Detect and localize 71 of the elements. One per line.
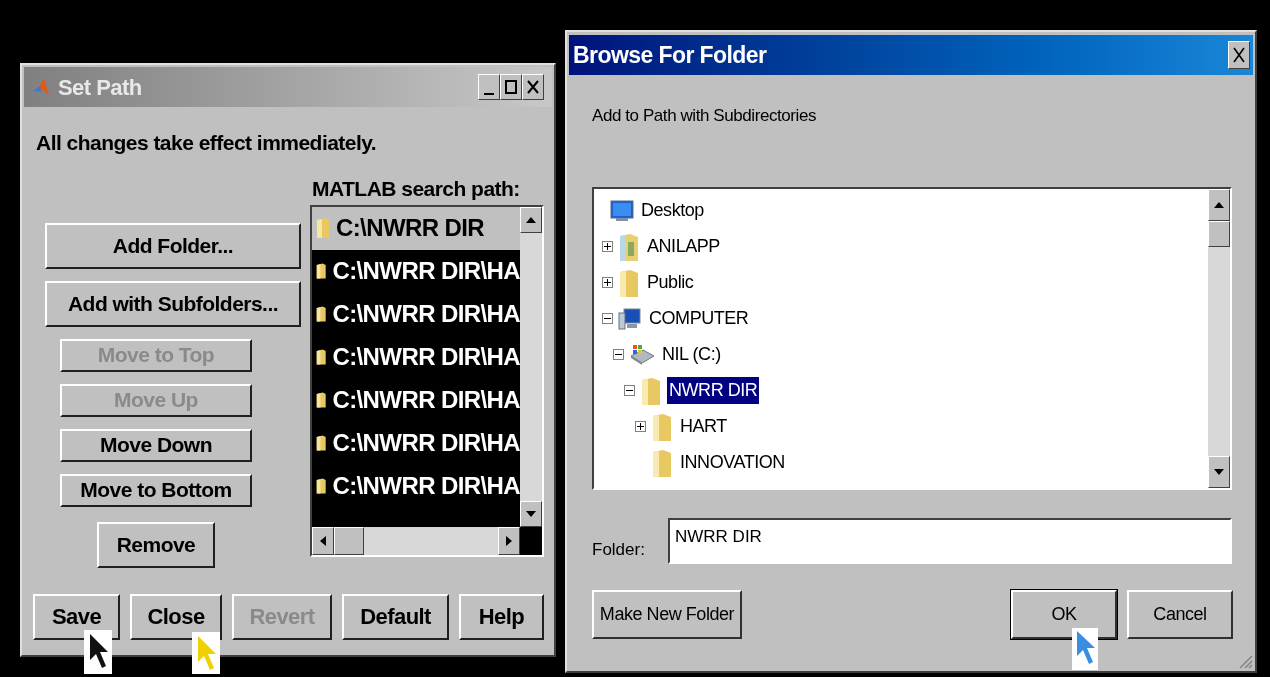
scroll-thumb[interactable] (334, 526, 364, 555)
tree-item[interactable]: COMPUTER (647, 305, 751, 332)
collapse-toggle[interactable] (624, 385, 635, 396)
arrow-right-icon (505, 534, 513, 547)
arrow-up-icon (1213, 200, 1225, 209)
collapse-toggle[interactable] (613, 349, 624, 360)
mouse-pointer-icon (1072, 628, 1098, 670)
maximize-button[interactable] (500, 74, 522, 100)
dialog-title: Browse For Folder (573, 40, 767, 70)
dialog-button[interactable]: Default (342, 593, 449, 640)
drive-icon (629, 343, 655, 366)
close-icon (1232, 46, 1246, 64)
scroll-left-button[interactable] (312, 526, 334, 555)
scroll-up-button[interactable] (1208, 188, 1230, 221)
tree-item[interactable]: Public (645, 269, 696, 296)
collapse-toggle[interactable] (602, 313, 613, 324)
window-title: Set Path (58, 73, 142, 102)
vertical-scrollbar[interactable] (1208, 188, 1230, 488)
resize-grip-icon[interactable] (1237, 653, 1253, 669)
expand-toggle[interactable] (602, 241, 613, 252)
dialog-button[interactable]: OK (1011, 589, 1117, 639)
tree-item[interactable]: NWRR DIR (667, 377, 760, 404)
tree-item[interactable]: Desktop (639, 197, 706, 224)
minimize-button[interactable] (478, 74, 500, 100)
side-button[interactable]: Move Down (60, 428, 252, 462)
mouse-pointer-icon (84, 630, 112, 674)
folder-icon (640, 375, 662, 406)
dialog-button[interactable]: Cancel (1127, 589, 1233, 639)
dialog-button[interactable]: Make New Folder (592, 589, 742, 639)
matlab-logo-icon (32, 77, 50, 97)
dialog-button[interactable]: Save (33, 593, 120, 640)
arrow-down-icon (525, 509, 537, 518)
folder-input-field[interactable]: NWRR DIR (668, 517, 1232, 564)
arrow-down-icon (1213, 467, 1225, 476)
tree-item[interactable]: HART (678, 413, 729, 440)
vertical-scrollbar[interactable] (520, 206, 542, 527)
monitor-icon (610, 199, 634, 222)
folder-label: Folder: (592, 538, 646, 561)
horizontal-scrollbar[interactable] (312, 526, 520, 555)
folder-icon (651, 447, 673, 478)
expand-toggle[interactable] (602, 277, 613, 288)
search-path-item[interactable]: C:\NWRR DIR (312, 206, 520, 250)
scroll-down-button[interactable] (1208, 455, 1230, 488)
side-button[interactable]: Add with Subfolders... (45, 280, 301, 327)
folder-icon (651, 411, 673, 442)
search-path-label: MATLAB search path: (312, 175, 521, 202)
user-folder-icon (618, 231, 640, 262)
instruction-text: Add to Path with Subdirectories (592, 105, 817, 127)
tree-item[interactable]: ANILAPP (645, 233, 722, 260)
tree-item[interactable]: NIL (C:) (660, 341, 723, 368)
scroll-right-button[interactable] (498, 526, 520, 555)
computer-icon (618, 306, 642, 331)
side-button[interactable]: Remove (97, 521, 215, 568)
tree-item[interactable]: INNOVATION (678, 449, 787, 476)
arrow-up-icon (525, 215, 537, 224)
folder-icon (316, 217, 330, 239)
folder-icon (618, 267, 640, 298)
close-button[interactable] (1228, 41, 1250, 69)
scroll-thumb[interactable] (1208, 220, 1230, 247)
dialog-button[interactable]: Help (459, 593, 544, 640)
scroll-down-button[interactable] (520, 500, 542, 527)
dialog-button[interactable]: Close (130, 593, 222, 640)
close-icon (526, 79, 540, 95)
arrow-left-icon (319, 534, 327, 547)
scroll-up-button[interactable] (520, 206, 542, 233)
close-button[interactable] (522, 74, 544, 100)
expand-toggle[interactable] (635, 421, 646, 432)
side-button[interactable]: Add Folder... (45, 222, 301, 269)
side-button[interactable]: Move to Bottom (60, 473, 252, 507)
mouse-pointer-icon (192, 632, 220, 674)
info-message: All changes take effect immediately. (36, 130, 378, 156)
